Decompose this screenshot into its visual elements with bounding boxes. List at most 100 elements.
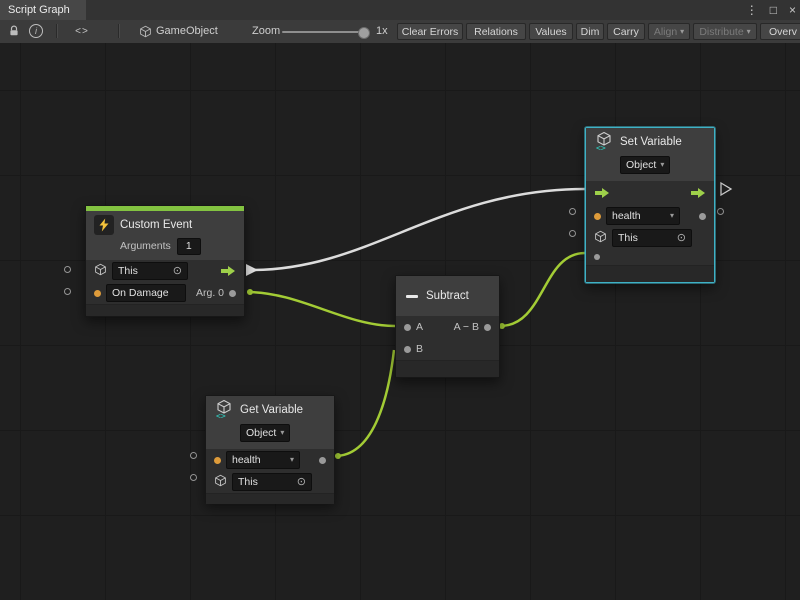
variable-icon: <> — [594, 131, 614, 154]
node-custom-event[interactable]: Custom Event Arguments 1 This ⊙ — [85, 205, 245, 317]
zoom-slider[interactable] — [282, 31, 368, 33]
node-title: Custom Event — [120, 219, 192, 231]
target-field[interactable]: This ⊙ — [612, 229, 692, 247]
svg-text:<>: <> — [216, 411, 226, 419]
value-input-port[interactable] — [594, 254, 600, 260]
code-icon[interactable]: <> — [72, 23, 92, 39]
close-icon[interactable]: × — [789, 4, 796, 16]
gameobject-icon — [94, 263, 107, 279]
variable-scope-dropdown[interactable]: Object ▾ — [240, 424, 290, 442]
toolbar-separator — [56, 24, 57, 38]
overview-button[interactable]: Overv — [760, 23, 800, 40]
align-dropdown[interactable]: Align▾ — [648, 23, 690, 40]
node-header[interactable]: <> Set Variable Object ▾ — [586, 128, 714, 181]
values-toggle[interactable]: Values — [529, 23, 573, 40]
object-picker-icon[interactable]: ⊙ — [297, 477, 306, 488]
flow-out-port[interactable] — [690, 187, 706, 199]
lightning-icon — [94, 215, 114, 235]
node-set-variable[interactable]: <> Set Variable Object ▾ — [585, 127, 715, 283]
chevron-down-icon: ▾ — [290, 456, 294, 464]
node-footer — [586, 265, 714, 282]
window-tab-bar: Script Graph ⋮ □ × — [0, 0, 800, 21]
graph-toolbar: i <> GameObject Zoom 1x Clear Errors Rel… — [0, 20, 800, 44]
variable-name-row: health ▾ — [586, 205, 714, 227]
chevron-down-icon: ▾ — [660, 161, 664, 169]
string-input-port[interactable] — [94, 290, 101, 297]
node-title: Subtract — [426, 290, 469, 302]
gameobject-icon — [594, 230, 607, 246]
dim-toggle[interactable]: Dim — [576, 23, 604, 40]
event-name-row: On Damage Arg. 0 — [86, 282, 244, 304]
node-body: health ▾ This ⊙ — [586, 181, 714, 265]
name-input-port[interactable] — [214, 457, 221, 464]
target-row: This ⊙ — [206, 471, 334, 493]
chevron-down-icon: ▾ — [280, 429, 284, 437]
chevron-down-icon: ▾ — [670, 212, 674, 220]
arg-out-port[interactable] — [229, 290, 236, 297]
node-subtract[interactable]: Subtract A A − B B — [395, 275, 500, 378]
port-indicator — [64, 266, 71, 273]
tab-script-graph[interactable]: Script Graph — [0, 0, 86, 20]
toolbar-separator — [118, 24, 119, 38]
port-indicator — [569, 230, 576, 237]
gameobject-cube-icon — [138, 23, 152, 39]
lock-icon[interactable] — [6, 23, 22, 39]
relations-toggle[interactable]: Relations — [466, 23, 526, 40]
value-output-port[interactable] — [699, 213, 706, 220]
arguments-label: Arguments — [120, 240, 171, 252]
chevron-down-icon: ▾ — [680, 28, 684, 36]
value-input-row — [586, 249, 714, 265]
variable-name-dropdown[interactable]: health ▾ — [226, 451, 300, 469]
gameobject-label[interactable]: GameObject — [156, 25, 218, 37]
tab-label: Script Graph — [8, 4, 70, 16]
node-header[interactable]: <> Get Variable Object ▾ — [206, 396, 334, 449]
variable-scope-dropdown[interactable]: Object ▾ — [620, 156, 670, 174]
port-indicator — [569, 208, 576, 215]
node-get-variable[interactable]: <> Get Variable Object ▾ health ▾ — [205, 395, 335, 503]
target-row: This ⊙ — [86, 260, 244, 282]
node-footer — [86, 304, 244, 316]
window-controls: ⋮ □ × — [746, 0, 796, 20]
target-field[interactable]: This ⊙ — [112, 262, 188, 280]
target-row: This ⊙ — [586, 227, 714, 249]
port-row-b: B — [396, 338, 499, 360]
arguments-input[interactable]: 1 — [177, 238, 201, 255]
port-indicator — [190, 474, 197, 481]
zoom-slider-thumb[interactable] — [358, 27, 370, 39]
distribute-dropdown[interactable]: Distribute▾ — [693, 23, 757, 40]
name-input-port[interactable] — [594, 213, 601, 220]
variable-name-row: health ▾ — [206, 449, 334, 471]
clear-errors-button[interactable]: Clear Errors — [397, 23, 463, 40]
output-port[interactable] — [484, 324, 491, 331]
variable-icon: <> — [214, 399, 234, 422]
node-title: Set Variable — [620, 136, 682, 148]
node-footer — [206, 493, 334, 504]
zoom-label: Zoom — [252, 25, 280, 37]
gameobject-icon — [214, 474, 227, 490]
variable-name-dropdown[interactable]: health ▾ — [606, 207, 680, 225]
flow-in-port[interactable] — [594, 187, 610, 199]
svg-text:<>: <> — [596, 143, 606, 151]
carry-toggle[interactable]: Carry — [607, 23, 645, 40]
node-body: health ▾ This ⊙ — [206, 449, 334, 493]
value-output-port[interactable] — [319, 457, 326, 464]
object-picker-icon[interactable]: ⊙ — [677, 233, 686, 244]
info-icon[interactable]: i — [28, 23, 44, 39]
node-body: This ⊙ On Damage Arg. 0 — [86, 260, 244, 304]
menu-icon[interactable]: ⋮ — [746, 4, 758, 16]
chevron-down-icon: ▾ — [747, 28, 751, 36]
event-name-field[interactable]: On Damage — [106, 284, 186, 302]
arg-out-label: Arg. 0 — [196, 287, 224, 299]
input-b-port[interactable] — [404, 346, 411, 353]
port-row-a: A A − B — [396, 316, 499, 338]
object-picker-icon[interactable]: ⊙ — [173, 266, 182, 277]
flow-out-port[interactable] — [220, 265, 236, 277]
node-header[interactable]: Subtract — [396, 276, 499, 316]
node-footer — [396, 360, 499, 377]
input-a-port[interactable] — [404, 324, 411, 331]
zoom-value: 1x — [376, 25, 388, 37]
node-header[interactable]: Custom Event Arguments 1 — [86, 211, 244, 260]
target-field[interactable]: This ⊙ — [232, 473, 312, 491]
port-indicator — [190, 452, 197, 459]
maximize-icon[interactable]: □ — [770, 4, 777, 16]
